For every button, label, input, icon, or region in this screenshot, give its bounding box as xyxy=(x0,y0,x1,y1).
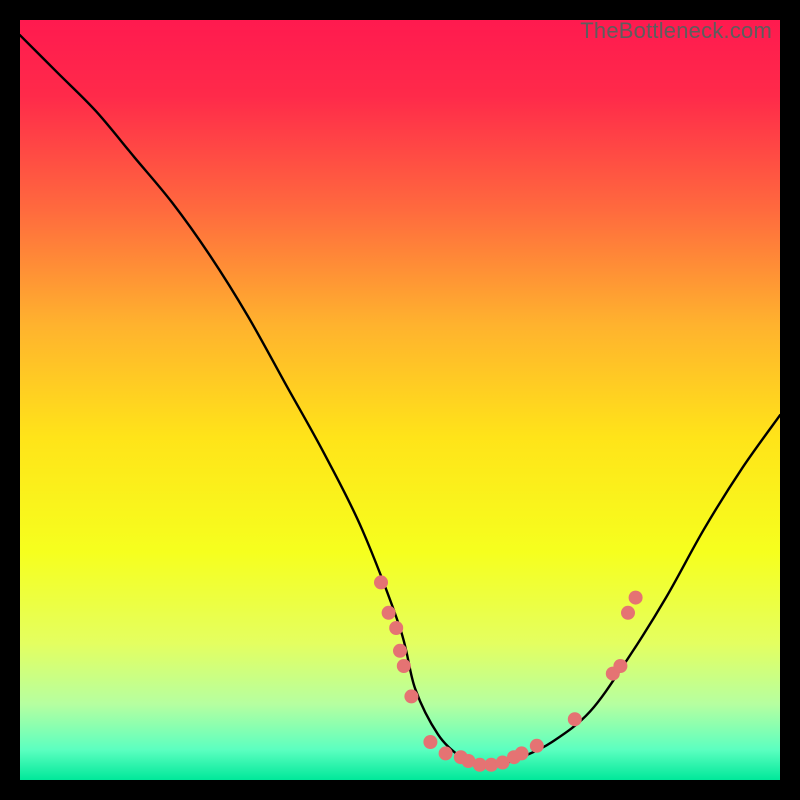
watermark-text: TheBottleneck.com xyxy=(580,20,772,44)
data-dot xyxy=(374,575,388,589)
plot-area: TheBottleneck.com xyxy=(20,20,780,780)
data-dot xyxy=(397,659,411,673)
data-dot xyxy=(568,712,582,726)
data-dot xyxy=(621,606,635,620)
data-dot xyxy=(389,621,403,635)
data-dot xyxy=(423,735,437,749)
data-dot xyxy=(530,739,544,753)
data-dot xyxy=(629,591,643,605)
data-dot xyxy=(613,659,627,673)
data-dot xyxy=(439,746,453,760)
data-dot xyxy=(404,689,418,703)
data-dot xyxy=(382,606,396,620)
data-dots xyxy=(374,575,643,771)
data-dot xyxy=(515,746,529,760)
chart-frame: TheBottleneck.com xyxy=(0,0,800,800)
data-dot xyxy=(393,644,407,658)
chart-svg xyxy=(20,20,780,780)
